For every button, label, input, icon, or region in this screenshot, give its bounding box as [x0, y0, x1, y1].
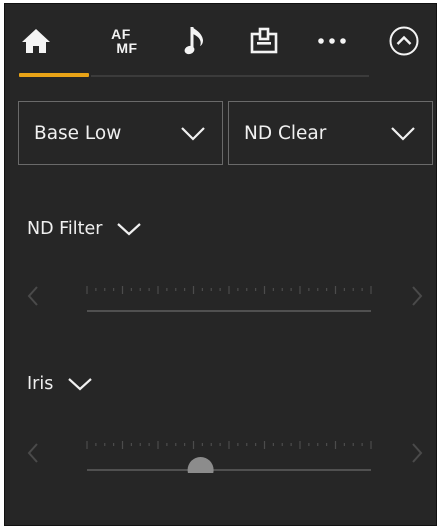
home-icon: [20, 27, 52, 55]
sensitivity-value: Base Low: [34, 123, 122, 144]
tab-underline-track: [91, 75, 369, 77]
chevron-down-icon: [117, 223, 142, 236]
nd-filter-header[interactable]: ND Filter: [27, 219, 142, 239]
sensitivity-dropdown[interactable]: Base Low: [18, 101, 223, 165]
af-mf-icon: AF MF: [110, 27, 137, 55]
collapse-button[interactable]: [379, 18, 429, 64]
chevron-down-icon: [180, 126, 206, 147]
tab-audio[interactable]: [171, 18, 221, 64]
af-label: AF: [111, 26, 131, 42]
iris-label: Iris: [27, 374, 54, 394]
iris-header[interactable]: Iris: [27, 374, 93, 394]
media-slot-icon: [250, 26, 278, 56]
chevron-down-icon: [390, 126, 416, 147]
more-dots-icon: [316, 37, 348, 45]
iris-scale: [86, 441, 372, 483]
chevron-right-icon: [412, 286, 423, 306]
tab-active-indicator: [19, 73, 89, 77]
nd-filter-increase-button[interactable]: [407, 281, 427, 311]
nd-filter-label: ND Filter: [27, 219, 103, 239]
tab-media[interactable]: [239, 18, 289, 64]
iris-decrease-button[interactable]: [23, 438, 43, 468]
chevron-up-circle-icon: [388, 25, 420, 57]
iris-slider[interactable]: [81, 437, 377, 483]
control-panel: AF MF Base Low ND Clear ND Filter Iris: [4, 3, 437, 526]
chevron-left-icon: [27, 286, 38, 306]
mf-label: MF: [116, 40, 138, 56]
music-note-icon: [184, 24, 208, 58]
nd-mode-dropdown[interactable]: ND Clear: [228, 101, 433, 165]
chevron-left-icon: [27, 443, 38, 463]
nd-mode-value: ND Clear: [244, 123, 327, 144]
tab-more[interactable]: [307, 18, 357, 64]
chevron-right-icon: [412, 443, 423, 463]
iris-increase-button[interactable]: [407, 438, 427, 468]
nd-filter-scale: [86, 286, 372, 312]
slider-knob[interactable]: [187, 457, 214, 483]
tab-focus[interactable]: AF MF: [99, 18, 149, 64]
tab-home[interactable]: [11, 18, 61, 64]
nd-filter-slider[interactable]: [81, 282, 377, 312]
nd-filter-decrease-button[interactable]: [23, 281, 43, 311]
chevron-down-icon: [68, 378, 93, 391]
